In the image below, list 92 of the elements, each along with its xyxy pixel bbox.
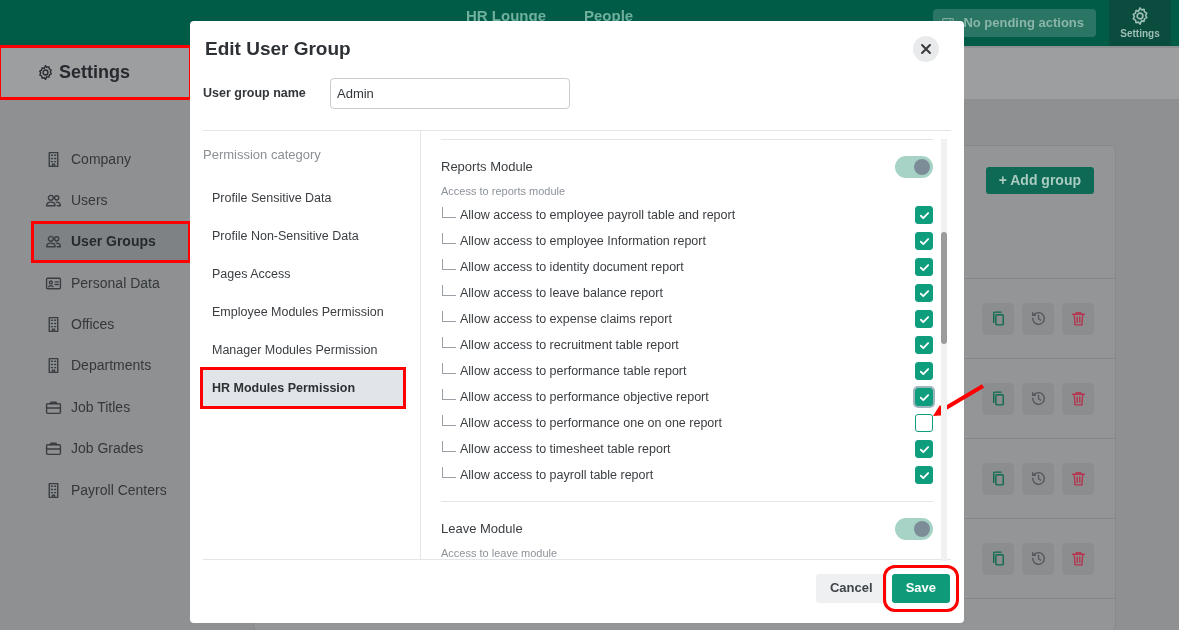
category-item[interactable]: HR Modules Permission (203, 370, 403, 406)
history-button[interactable] (1022, 462, 1054, 495)
permission-checkbox[interactable] (915, 466, 933, 484)
module-title: Reports Module (441, 157, 533, 176)
module-toggle[interactable] (895, 155, 933, 178)
module-title: Leave Module (441, 520, 523, 539)
delete-button[interactable] (1062, 542, 1094, 575)
history-button[interactable] (1022, 302, 1054, 335)
page-title-text: Settings (59, 61, 130, 84)
module-description: Access to leave module (441, 546, 559, 561)
copy-button[interactable] (982, 302, 1014, 335)
close-icon (919, 42, 933, 57)
sidebar-item[interactable]: Departments (34, 347, 188, 384)
permission-checkbox[interactable] (915, 258, 933, 276)
sidebar-item[interactable]: Job Titles (34, 389, 188, 426)
permission-checkbox[interactable] (915, 232, 933, 250)
permission-label: Allow access to performance table report (460, 362, 687, 380)
tree-line-icon (442, 440, 456, 452)
permission-label: Allow access to leave balance report (460, 284, 663, 302)
delete-button[interactable] (1062, 382, 1094, 415)
modal-title: Edit User Group (205, 37, 351, 61)
history-icon (1029, 310, 1047, 327)
group-name-field[interactable]: Admin (330, 77, 570, 109)
permission-label: Allow access to employee payroll table and report (460, 206, 736, 224)
save-button[interactable]: Save (891, 573, 950, 603)
tree-line-icon (442, 388, 456, 400)
permission-checkbox[interactable] (915, 362, 933, 380)
category-item[interactable]: Pages Access (203, 256, 403, 292)
sidebar-item[interactable]: Personal Data (34, 265, 188, 302)
copy-button[interactable] (982, 462, 1014, 495)
trash-icon (1069, 310, 1087, 327)
add-group-button[interactable]: + Add group (985, 167, 1094, 194)
category-item[interactable]: Manager Modules Permission (203, 332, 403, 368)
permission-label: Allow access to recruitment table report (460, 336, 679, 354)
tree-line-icon (442, 336, 456, 348)
permission-label: Allow access to employee Information report (460, 232, 706, 250)
category-item[interactable]: Profile Sensitive Data (203, 180, 403, 216)
tree-line-icon (442, 310, 456, 322)
briefcase-icon (45, 440, 62, 458)
field-label: User group name (203, 84, 307, 102)
permission-checkbox[interactable] (915, 440, 933, 458)
permission-label: Allow access to performance one on one report (460, 414, 722, 432)
tree-line-icon (442, 284, 456, 296)
permission-label: Allow access to identity document report (460, 258, 684, 276)
permission-checkbox[interactable] (915, 336, 933, 354)
history-icon (1029, 550, 1047, 567)
permission-label: Allow access to payroll table report (460, 466, 654, 484)
category-item[interactable]: Profile Non-Sensitive Data (203, 218, 403, 254)
permission-checkbox[interactable] (915, 310, 933, 328)
scrollbar[interactable] (941, 138, 947, 561)
permission-checkbox[interactable] (915, 284, 933, 302)
briefcase-icon (45, 398, 62, 416)
section-heading: Permission category (203, 145, 322, 164)
trash-icon (1069, 550, 1087, 567)
cancel-button[interactable]: Cancel (816, 573, 887, 603)
permission-label: Allow access to timesheet table report (460, 440, 671, 458)
users-icon (45, 233, 62, 251)
category-item[interactable]: Employee Modules Permission (203, 294, 403, 330)
history-icon (1029, 390, 1047, 407)
history-button[interactable] (1022, 382, 1054, 415)
copy-button[interactable] (982, 542, 1014, 575)
sidebar-item[interactable]: Company (34, 141, 188, 177)
tree-line-icon (442, 206, 456, 218)
module-toggle[interactable] (895, 518, 933, 540)
sidebar-item[interactable]: Job Grades (34, 430, 188, 467)
tree-line-icon (442, 466, 456, 478)
tree-line-icon (442, 232, 456, 244)
tree-line-icon (442, 258, 456, 270)
delete-button[interactable] (1062, 302, 1094, 335)
close-button[interactable] (913, 36, 939, 63)
id-card-icon (45, 274, 62, 292)
permission-checkbox[interactable] (915, 206, 933, 224)
sidebar-item[interactable]: Payroll Centers (34, 472, 188, 509)
copy-button[interactable] (982, 382, 1014, 415)
sidebar-item[interactable]: User Groups (34, 223, 188, 260)
sidebar-item[interactable]: Users (34, 182, 188, 219)
module-description: Access to reports module (441, 183, 567, 199)
tree-line-icon (442, 414, 456, 426)
settings-tab[interactable]: Settings (1109, 0, 1171, 46)
permission-checkbox[interactable] (915, 388, 933, 406)
permission-checkbox[interactable] (915, 414, 933, 432)
trash-icon (1069, 470, 1087, 487)
permission-label: Allow access to performance objective report (460, 388, 709, 406)
history-icon (1029, 470, 1047, 487)
sidebar-item[interactable]: Offices (34, 306, 188, 343)
trash-icon (1069, 390, 1087, 407)
delete-button[interactable] (1062, 462, 1094, 495)
permission-label: Allow access to expense claims report (460, 310, 672, 328)
history-button[interactable] (1022, 542, 1054, 575)
tree-line-icon (442, 362, 456, 374)
settings-icon (37, 64, 54, 81)
settings-icon (1130, 5, 1150, 26)
